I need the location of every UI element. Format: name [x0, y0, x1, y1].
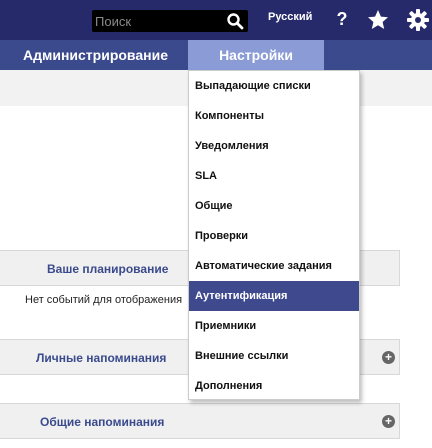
help-icon[interactable]: ? [332, 7, 352, 31]
general-reminders-header[interactable]: Общие напоминания + [0, 403, 400, 439]
nav-administration[interactable]: Администрирование [23, 40, 168, 70]
planning-panel-title: Ваше планирование [47, 262, 169, 276]
menu-item-external-links[interactable]: Внешние ссылки [189, 341, 359, 371]
page-root: Русский ? Администрирование Настройки [0, 0, 432, 448]
expand-plus-icon[interactable]: + [382, 415, 395, 428]
menu-item-dropdowns[interactable]: Выпадающие списки [189, 71, 359, 101]
search-input[interactable] [92, 10, 222, 32]
menu-item-automatic-tasks[interactable]: Автоматические задания [189, 251, 359, 281]
planning-empty-text: Нет событий для отображения [25, 294, 183, 306]
menu-item-general[interactable]: Общие [189, 191, 359, 221]
menu-item-sla[interactable]: SLA [189, 161, 359, 191]
gear-icon[interactable] [406, 8, 430, 32]
general-reminders-title: Общие напоминания [40, 415, 165, 429]
main-nav: Администрирование Настройки [0, 40, 432, 70]
menu-item-authentication[interactable]: Аутентификация [189, 281, 359, 311]
menu-item-plugins[interactable]: Дополнения [189, 371, 359, 401]
language-selector[interactable]: Русский [268, 11, 312, 23]
menu-item-components[interactable]: Компоненты [189, 101, 359, 131]
expand-plus-icon[interactable]: + [382, 351, 395, 364]
search-icon[interactable] [226, 12, 244, 30]
menu-item-receivers[interactable]: Приемники [189, 311, 359, 341]
nav-settings[interactable]: Настройки [188, 40, 324, 70]
top-bar: Русский ? [0, 0, 432, 40]
settings-dropdown-menu: Выпадающие списки Компоненты Уведомления… [188, 70, 360, 400]
personal-reminders-title: Личные напоминания [36, 351, 167, 365]
menu-item-checks[interactable]: Проверки [189, 221, 359, 251]
search-box [92, 10, 248, 32]
star-icon[interactable] [366, 8, 390, 32]
menu-item-notifications[interactable]: Уведомления [189, 131, 359, 161]
